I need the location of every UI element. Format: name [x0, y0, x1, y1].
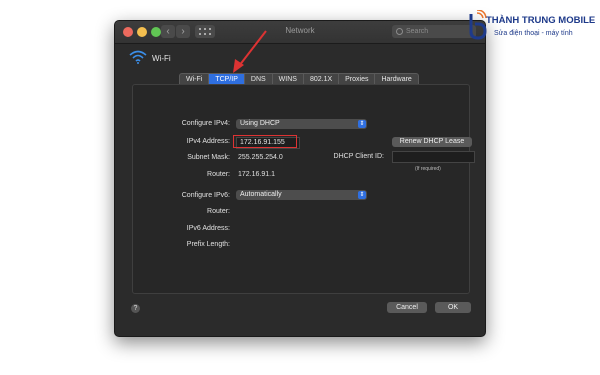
configure-ipv4-select[interactable]: Using DHCP ⇕: [236, 119, 367, 129]
wifi-icon: [129, 50, 147, 64]
client-id-hint: (If required): [415, 166, 441, 172]
brand-name: THÀNH TRUNG MOBILE: [486, 15, 596, 26]
search-icon: [396, 28, 403, 35]
search-placeholder: Search: [406, 28, 429, 35]
arrow-annotation-icon: [233, 30, 267, 73]
ok-button[interactable]: OK: [435, 302, 471, 313]
configure-ipv6-select[interactable]: Automatically ⇕: [236, 190, 367, 200]
ipv6-router-label: Router:: [207, 208, 230, 215]
chevron-updown-icon: ⇕: [358, 120, 366, 128]
help-button[interactable]: ?: [131, 304, 140, 313]
watermark-logo: THÀNH TRUNG MOBILE Sửa điện thoại - máy …: [462, 8, 600, 42]
configure-ipv4-value: Using DHCP: [240, 120, 280, 127]
dhcp-client-id-field[interactable]: [392, 151, 475, 163]
cancel-button[interactable]: Cancel: [387, 302, 427, 313]
subnet-mask-label: Subnet Mask:: [187, 154, 230, 161]
chevron-updown-icon: ⇕: [358, 191, 366, 199]
ipv4-address-label: IPv4 Address:: [186, 138, 230, 145]
dhcp-client-id-label: DHCP Client ID:: [333, 153, 384, 160]
configure-ipv6-value: Automatically: [240, 191, 282, 198]
tcpip-panel: Configure IPv4: Using DHCP ⇕ IPv4 Addres…: [132, 84, 475, 294]
highlight-box: [233, 135, 297, 148]
service-name: Wi-Fi: [152, 54, 171, 63]
router-value: 172.16.91.1: [238, 171, 275, 178]
titlebar: ‹ › Network Search: [115, 21, 485, 44]
network-window: ‹ › Network Search Wi-Fi Wi-Fi TCP/IP DN…: [114, 20, 486, 337]
configure-ipv4-label: Configure IPv4:: [181, 120, 230, 127]
ipv6-address-label: IPv6 Address:: [186, 225, 230, 232]
renew-dhcp-button[interactable]: Renew DHCP Lease: [392, 137, 472, 147]
configure-ipv6-label: Configure IPv6:: [181, 192, 230, 199]
router-label: Router:: [207, 171, 230, 178]
brand-tagline: Sửa điện thoại - máy tính: [494, 30, 573, 37]
prefix-length-label: Prefix Length:: [186, 241, 230, 248]
